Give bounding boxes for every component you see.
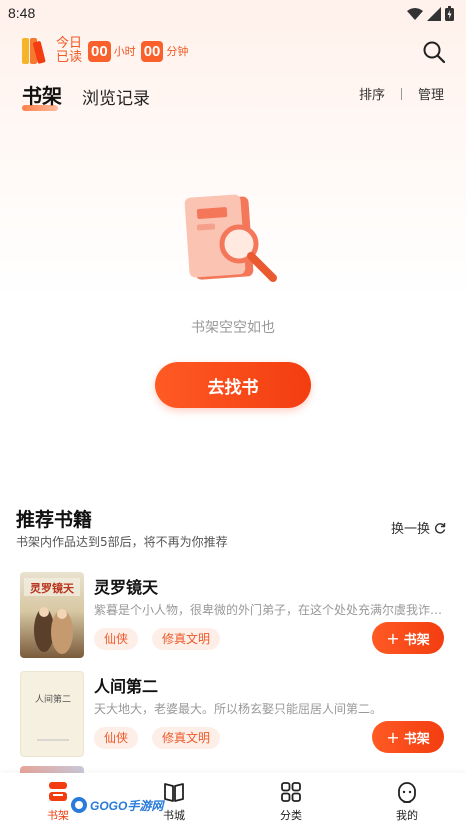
status-bar: 8:48 <box>0 0 466 28</box>
minutes-value: 00 <box>140 40 164 62</box>
watermark-text: GOGO手游网 <box>90 798 164 813</box>
cover-title-text: 人间第二 <box>35 693 71 705</box>
search-icon[interactable] <box>422 40 446 64</box>
shelf-actions: 排序 管理 <box>359 84 444 103</box>
book-title: 灵罗镜天 <box>94 578 159 597</box>
hours-value: 00 <box>88 40 111 62</box>
wifi-icon <box>407 7 423 20</box>
tab-history[interactable]: 浏览记录 <box>82 84 150 109</box>
plus-icon: + <box>386 727 400 747</box>
book-tag: 仙侠 <box>94 727 139 749</box>
nav-category[interactable]: 分类 <box>261 779 321 823</box>
hours-unit: 小时 <box>113 45 136 58</box>
grid-icon <box>281 782 301 802</box>
book-description: 紫暮是个小人物，很卑微的外门弟子，在这个处处充满尔虞我诈的世界 <box>94 603 444 617</box>
nav-mine-label: 我的 <box>396 809 418 822</box>
book-tag: 仙侠 <box>94 628 139 650</box>
minutes-unit: 分钟 <box>166 45 189 58</box>
open-book-icon <box>164 783 184 802</box>
battery-icon <box>445 6 454 21</box>
plus-icon: + <box>386 628 400 648</box>
empty-shelf-illustration <box>184 194 277 282</box>
find-books-button[interactable]: 去找书 <box>155 362 311 408</box>
nav-bookshelf-label: 书架 <box>47 809 69 822</box>
today-read-label: 今日已读 <box>56 36 83 65</box>
status-time: 8:48 <box>8 5 36 21</box>
add-to-shelf-label: 书架 <box>403 731 430 747</box>
book-description: 天大地大，老婆最大。所以杨玄娶只能屈居人间第二。 <box>94 702 383 716</box>
recommend-book-item[interactable]: 灵罗镜天 灵罗镜天 紫暮是个小人物，很卑微的外门弟子，在这个处处充满尔虞我诈的世… <box>20 572 450 658</box>
book-tag: 修真文明 <box>152 628 221 650</box>
profile-icon <box>398 782 416 803</box>
bookshelf-logo-icon <box>22 38 50 64</box>
add-to-shelf-label: 书架 <box>403 632 430 648</box>
bookshelf-nav-icon <box>49 782 67 801</box>
add-to-shelf-button[interactable]: + 书架 <box>372 622 444 654</box>
watermark-logo-icon <box>71 797 87 813</box>
reading-time-bar: 今日已读 00 小时 00 分钟 <box>22 36 193 66</box>
nav-bookstore-label: 书城 <box>163 809 185 822</box>
divider <box>400 87 402 100</box>
tab-bookshelf-label: 书架 <box>22 84 62 108</box>
empty-message: 书架空空如也 <box>191 320 275 336</box>
nav-category-label: 分类 <box>280 809 302 822</box>
sort-button[interactable]: 排序 <box>359 84 385 103</box>
add-to-shelf-button[interactable]: + 书架 <box>372 721 444 753</box>
nav-mine[interactable]: 我的 <box>377 779 437 823</box>
tab-bookshelf[interactable]: 书架 <box>22 80 62 111</box>
refresh-icon <box>434 522 446 533</box>
book-cover: 灵罗镜天 <box>20 572 84 658</box>
shelf-tabs: 书架 浏览记录 <box>22 80 150 111</box>
refresh-label: 换一换 <box>390 522 430 537</box>
recommend-subtitle: 书架内作品达到5部后，将不再为你推荐 <box>16 535 228 549</box>
book-title: 人间第二 <box>94 677 159 696</box>
refresh-button[interactable]: 换一换 <box>391 518 446 537</box>
book-cover: 人间第二 <box>20 671 84 757</box>
recommend-title: 推荐书籍 <box>16 509 93 531</box>
recommend-book-item[interactable]: 人间第二 人间第二 天大地大，老婆最大。所以杨玄娶只能屈居人间第二。 仙侠 修真… <box>20 671 450 757</box>
cover-title-text: 灵罗镜天 <box>30 581 75 595</box>
book-tag: 修真文明 <box>152 727 221 749</box>
manage-button[interactable]: 管理 <box>418 84 444 103</box>
watermark: GOGO手游网 <box>70 796 163 814</box>
signal-icon <box>427 6 441 21</box>
status-icons <box>407 6 454 21</box>
